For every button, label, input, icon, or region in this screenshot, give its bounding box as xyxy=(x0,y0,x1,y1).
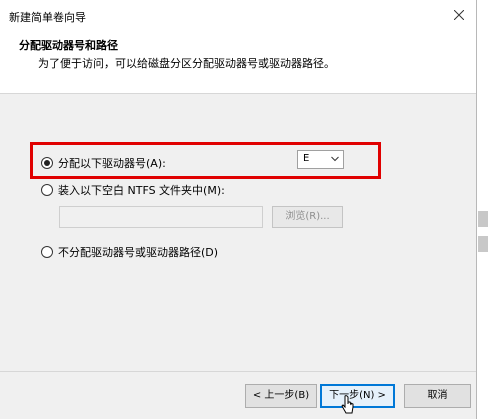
next-button[interactable]: 下一步(N) > xyxy=(320,384,395,408)
browse-button[interactable]: 浏览(R)... xyxy=(272,206,343,228)
back-button[interactable]: < 上一步(B) xyxy=(245,384,317,408)
window-title: 新建简单卷向导 xyxy=(9,11,86,24)
mount-folder-label: 装入以下空白 NTFS 文件夹中(M): xyxy=(58,184,225,197)
cancel-button[interactable]: 取消 xyxy=(404,384,471,408)
drive-letter-value: E xyxy=(303,153,310,164)
footer-divider xyxy=(0,371,476,372)
background-fragment xyxy=(478,236,488,252)
assign-letter-label: 分配以下驱动器号(A): xyxy=(58,157,166,170)
background-fragment xyxy=(478,211,488,227)
close-icon xyxy=(454,10,464,20)
folder-path-input[interactable] xyxy=(59,206,263,228)
close-button[interactable] xyxy=(442,0,476,30)
no-assign-option[interactable]: 不分配驱动器号或驱动器路径(D) xyxy=(41,244,218,260)
no-assign-radio[interactable] xyxy=(41,246,53,258)
assign-letter-option[interactable]: 分配以下驱动器号(A): xyxy=(41,155,166,171)
wizard-header: 分配驱动器号和路径 为了便于访问，可以给磁盘分区分配驱动器号或驱动器路径。 xyxy=(0,30,476,94)
chevron-down-icon xyxy=(331,156,339,162)
drive-letter-select[interactable]: E xyxy=(297,150,344,169)
page-subtitle: 为了便于访问，可以给磁盘分区分配驱动器号或驱动器路径。 xyxy=(38,57,335,70)
mouse-cursor-icon xyxy=(341,395,354,414)
wizard-window: 新建简单卷向导 分配驱动器号和路径 为了便于访问，可以给磁盘分区分配驱动器号或驱… xyxy=(0,0,477,419)
no-assign-label: 不分配驱动器号或驱动器路径(D) xyxy=(58,246,219,259)
background-edge xyxy=(477,0,488,419)
assign-letter-radio[interactable] xyxy=(41,157,53,169)
title-bar: 新建简单卷向导 xyxy=(0,0,476,30)
mount-folder-radio[interactable] xyxy=(41,184,53,196)
page-title: 分配驱动器号和路径 xyxy=(19,39,118,52)
mount-folder-option[interactable]: 装入以下空白 NTFS 文件夹中(M): xyxy=(41,182,225,198)
